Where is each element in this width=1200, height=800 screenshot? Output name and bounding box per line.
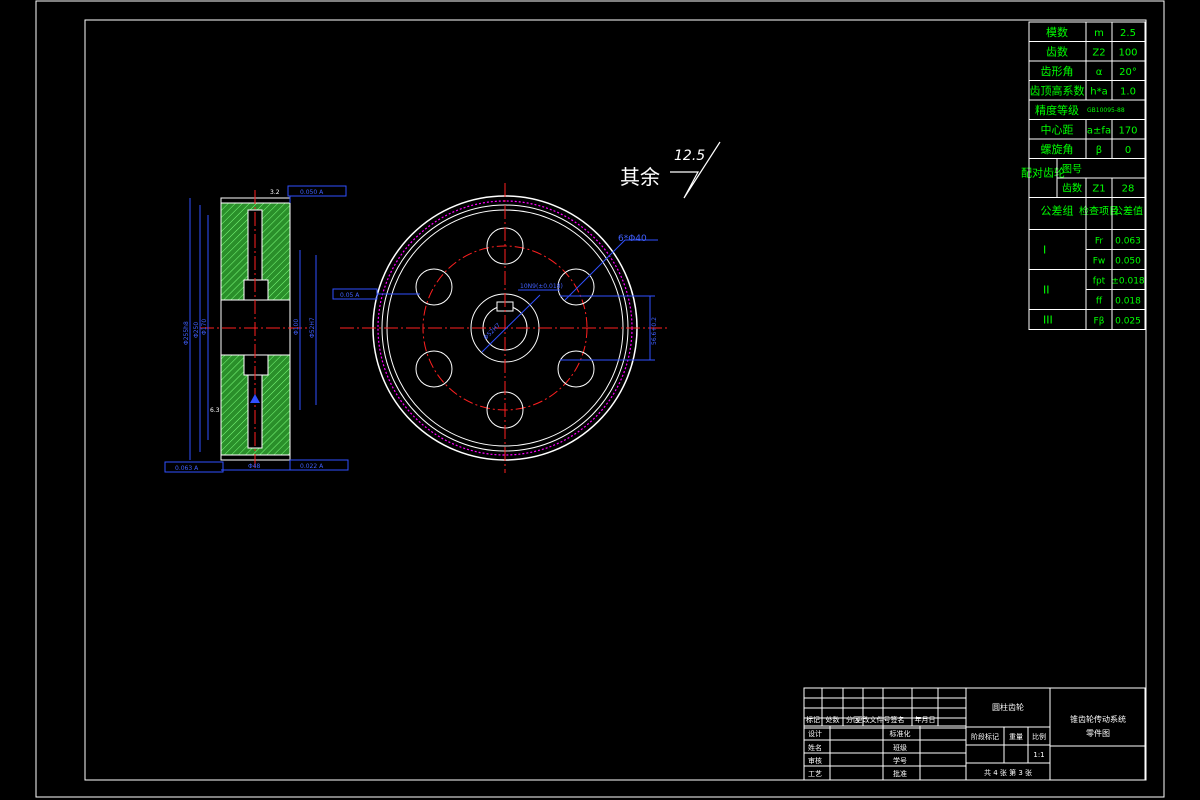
tol-symbol: Fw <box>1093 257 1106 267</box>
title-role2: 班级 <box>893 743 907 752</box>
tol-parallel-mid: 0.05 A <box>340 292 360 299</box>
title-role: 设计 <box>808 729 822 738</box>
title-sheets: 共 4 张 第 3 张 <box>984 768 1032 777</box>
mating-teeth-value: 28 <box>1122 184 1135 195</box>
title-header-col: 更改文件号 <box>856 715 891 724</box>
rough-side-2: 6.3 <box>210 407 220 414</box>
dim-hub-diameter: Φ100 <box>293 319 300 335</box>
dim-keyway-depth: 56.6+0.2 <box>651 317 658 345</box>
tol-value: 0.018 <box>1115 297 1141 307</box>
dim-holes: 6*Φ40 <box>618 234 647 244</box>
param-name: 中心距 <box>1041 124 1074 137</box>
mating-drawing-no: 图号 <box>1062 164 1082 176</box>
tol-group: II <box>1043 284 1050 297</box>
outer-frame <box>35 0 1165 798</box>
dim-pitch-diameter: Φ250 <box>193 322 200 338</box>
title-header-col: 签名 <box>891 715 905 724</box>
title-header-col: 标记 <box>806 715 820 724</box>
dim-bore-diag: Φ52H7 <box>482 322 502 342</box>
title-stage-col: 比例 <box>1032 732 1046 741</box>
roughness-value: 12.5 <box>674 148 705 164</box>
title-role: 姓名 <box>808 743 822 752</box>
param-name: 齿顶高系数 <box>1030 84 1085 98</box>
param-symbol: β <box>1096 145 1102 156</box>
param-symbol: α <box>1096 67 1103 78</box>
tol-value: 0.050 <box>1115 257 1141 267</box>
tol-value: 0.063 <box>1115 237 1141 247</box>
bolt-hole <box>415 268 453 306</box>
param-symbol: Z2 <box>1092 48 1105 59</box>
param-value: 1.0 <box>1120 87 1136 98</box>
title-role2: 学号 <box>893 756 907 765</box>
param-symbol: m <box>1094 28 1104 39</box>
param-value: 100 <box>1118 48 1137 59</box>
param-value: GB10095-88 <box>1087 107 1125 114</box>
title-stage-col: 阶段标记 <box>971 732 999 741</box>
title-block: 标记 处数 分区更改文件号 签名 年月日设计姓名审核工艺标准化班级学号批准圆柱齿轮阶段标… <box>803 687 1146 781</box>
param-name: 螺旋角 <box>1041 142 1074 156</box>
tol-runout-right: 0.022 A <box>300 463 324 470</box>
title-project: 锥齿轮传动系统 <box>1070 714 1126 724</box>
dim-width: Φ48 <box>248 463 261 470</box>
title-subtitle: 零件图 <box>1086 728 1110 738</box>
param-name: 齿数 <box>1046 46 1068 59</box>
param-value: 170 <box>1118 126 1137 137</box>
title-role: 工艺 <box>808 770 822 778</box>
title-role: 审核 <box>808 756 822 765</box>
tol-symbol: Fβ <box>1094 317 1105 327</box>
param-name: 精度等级 <box>1035 103 1079 117</box>
param-name: 齿形角 <box>1041 65 1074 78</box>
mating-teeth-label: 齿数 <box>1062 182 1082 195</box>
tol-symbol: ff <box>1096 297 1103 307</box>
title-part-name: 圆柱齿轮 <box>992 702 1024 712</box>
tol-header-group: 公差组 <box>1041 204 1074 218</box>
mating-teeth-symbol: Z1 <box>1092 184 1105 195</box>
dim-bore: Φ52H7 <box>309 317 316 338</box>
title-role2: 标准化 <box>890 729 911 738</box>
tol-value: ±0.018 <box>1111 277 1145 287</box>
param-value: 2.5 <box>1120 28 1136 39</box>
title-header-col: 年月日 <box>915 715 936 724</box>
dim-hub-inner: Φ170 <box>201 319 208 335</box>
tol-symbol: fpt <box>1093 277 1106 287</box>
tol-group: III <box>1043 314 1053 327</box>
front-view: 10N9(±0.018) Φ52H7 56.6+0.2 6*Φ40 0.05 A <box>332 183 670 473</box>
roughness-symbol: 其余 12.5 <box>620 141 721 199</box>
title-header-col: 处数 <box>826 715 840 724</box>
section-view: Φ255h8 Φ250 Φ170 Φ100 Φ52H7 Φ48 0.050 A … <box>164 185 349 473</box>
tol-symbol: Fr <box>1095 237 1104 247</box>
dim-bore-key: 10N9(±0.018) <box>520 283 563 290</box>
roughness-label: 其余 <box>620 165 660 189</box>
bolt-hole <box>415 350 453 388</box>
dim-tip-diameter: Φ255h8 <box>183 321 190 345</box>
param-value: 0 <box>1125 145 1131 156</box>
mating-label: 配对齿轮 <box>1021 166 1065 180</box>
param-symbol: a±fa <box>1087 126 1111 137</box>
tol-runout-top: 0.050 A <box>300 189 324 196</box>
rough-side-1: 3.2 <box>270 189 280 196</box>
tol-header-value: 公差值 <box>1113 205 1143 218</box>
tol-runout-bottom: 0.063 A <box>175 465 199 472</box>
title-stage-col: 重量 <box>1009 733 1023 741</box>
tol-value: 0.025 <box>1115 317 1141 327</box>
param-symbol: h*a <box>1090 87 1107 98</box>
title-role2: 批准 <box>893 769 907 778</box>
param-value: 20° <box>1119 67 1137 78</box>
title-scale: 1:1 <box>1033 751 1044 759</box>
param-name: 模数 <box>1046 26 1068 39</box>
cad-drawing: Φ255h8 Φ250 Φ170 Φ100 Φ52H7 Φ48 0.050 A … <box>35 0 1165 798</box>
param-table: 模数 m 2.5 齿数 Z2 100 齿形角 α 20° 齿顶高系数 h*a 1.0 精度等级 GB100… <box>1021 21 1146 330</box>
tol-group: I <box>1043 244 1046 257</box>
